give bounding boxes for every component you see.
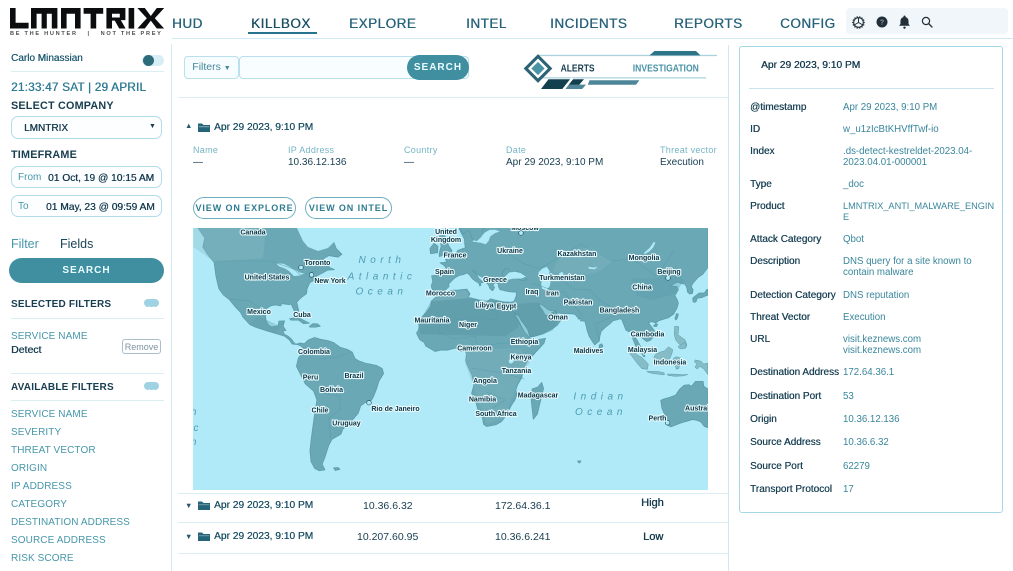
svg-text:Egypt: Egypt <box>497 304 517 311</box>
svg-text:Pakistan: Pakistan <box>564 300 593 307</box>
svg-text:Bolivia: Bolivia <box>320 387 343 394</box>
svg-text:Madagascar: Madagascar <box>518 393 559 400</box>
svg-text:South Africa: South Africa <box>475 411 516 418</box>
svg-text:Toronto: Toronto <box>305 260 331 267</box>
svg-text:INVESTIGATION: INVESTIGATION <box>633 62 699 74</box>
svg-text:Malaysia: Malaysia <box>628 347 657 354</box>
svg-text:Uruguay: Uruguay <box>332 421 361 428</box>
svg-text:Ocean: Ocean <box>356 287 408 298</box>
svg-text:Mexico: Mexico <box>247 309 271 316</box>
svg-text:?: ? <box>880 20 884 27</box>
svg-text:Spain: Spain <box>435 269 454 276</box>
svg-text:China: China <box>632 285 652 292</box>
svg-text:Brazil: Brazil <box>344 373 363 380</box>
svg-text:Ukraine: Ukraine <box>497 248 523 255</box>
svg-text:Atlantic: Atlantic <box>347 272 417 283</box>
svg-text:North: North <box>359 255 406 266</box>
svg-text:Morocco: Morocco <box>426 291 455 298</box>
svg-text:Kazakhstan: Kazakhstan <box>558 251 597 258</box>
svg-text:Libya: Libya <box>475 303 493 310</box>
svg-text:Pacific: Pacific <box>193 423 203 434</box>
svg-text:Greece: Greece <box>483 277 507 284</box>
svg-text:Ocean: Ocean <box>193 437 201 448</box>
svg-text:Moscow: Moscow <box>511 228 539 232</box>
svg-text:South: South <box>193 407 201 418</box>
svg-text:Namibia: Namibia <box>469 397 496 404</box>
svg-text:Rio de Janeiro: Rio de Janeiro <box>371 406 419 413</box>
svg-text:Bangladesh: Bangladesh <box>600 308 640 315</box>
svg-text:Colombia: Colombia <box>298 349 330 356</box>
svg-text:Niger: Niger <box>459 322 477 329</box>
svg-text:Australia: Australia <box>685 406 708 413</box>
svg-text:Cameroon: Cameroon <box>457 346 492 353</box>
svg-text:Angola: Angola <box>473 378 497 385</box>
svg-text:Cambodia: Cambodia <box>631 332 665 339</box>
svg-text:Ethiopia: Ethiopia <box>511 339 539 346</box>
svg-text:United States: United States <box>245 275 290 282</box>
svg-text:Oman: Oman <box>548 315 568 322</box>
svg-text:Mongolia: Mongolia <box>629 255 660 262</box>
svg-text:Indian: Indian <box>573 392 627 403</box>
svg-text:New York: New York <box>314 278 345 285</box>
svg-text:Maldives: Maldives <box>574 348 604 355</box>
svg-text:Indonesia: Indonesia <box>654 360 687 367</box>
svg-text:Ocean: Ocean <box>575 407 627 418</box>
svg-text:Cuba: Cuba <box>293 312 311 319</box>
svg-text:Kenya: Kenya <box>510 355 531 362</box>
svg-text:Kingdom: Kingdom <box>431 237 461 244</box>
svg-text:Tanzania: Tanzania <box>502 368 532 375</box>
svg-text:Mauritania: Mauritania <box>414 318 449 325</box>
svg-text:Iraq: Iraq <box>526 289 539 296</box>
svg-text:ALERTS: ALERTS <box>561 62 595 74</box>
svg-text:Perth: Perth <box>649 416 667 423</box>
svg-text:Peru: Peru <box>303 375 319 382</box>
svg-text:Canada: Canada <box>240 230 265 237</box>
svg-text:United: United <box>435 229 457 236</box>
svg-text:Turkmenistan: Turkmenistan <box>539 275 584 282</box>
svg-text:Chile: Chile <box>311 408 328 415</box>
svg-text:Beijing: Beijing <box>657 269 680 276</box>
svg-text:France: France <box>444 253 467 260</box>
svg-text:Iran: Iran <box>546 291 559 298</box>
